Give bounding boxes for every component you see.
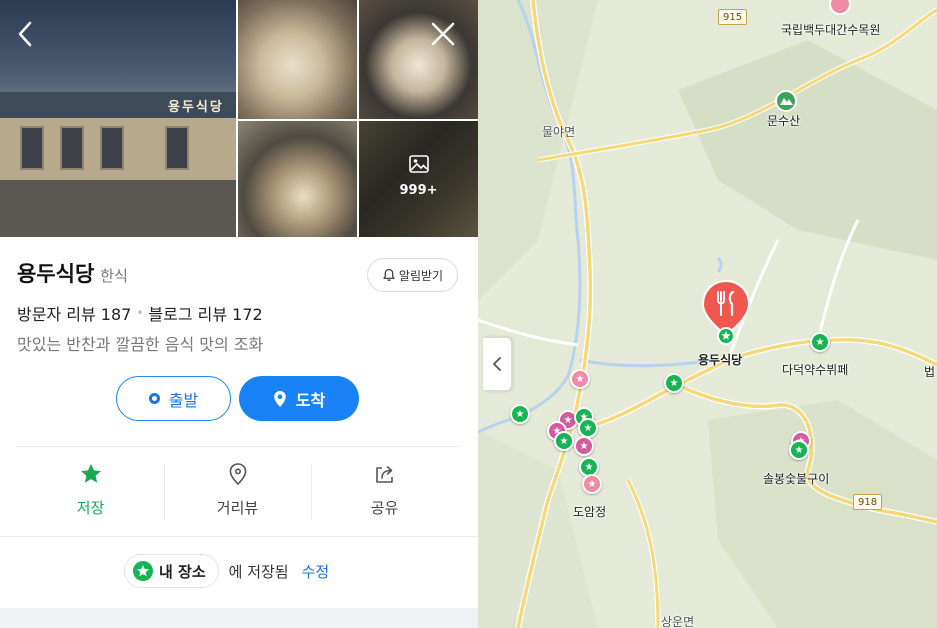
photo-thumb-stone-pot[interactable]: [359, 0, 478, 119]
arrive-label: 도착: [295, 390, 326, 410]
road-number-918: 918: [853, 494, 883, 510]
start-button[interactable]: 출발: [116, 376, 231, 421]
map-label-munsusan: 문수산: [767, 114, 801, 128]
stream: [716, 256, 723, 274]
photo-thumb-side-dishes[interactable]: [238, 121, 357, 237]
save-button[interactable]: 저장: [17, 458, 164, 524]
chevron-left-icon: [18, 21, 32, 47]
map-poi-pin[interactable]: ★: [789, 440, 809, 460]
share-icon: [372, 461, 398, 487]
chevron-left-icon: [493, 357, 501, 371]
section-gap: [0, 608, 478, 628]
map-poi-pin[interactable]: ★: [554, 431, 574, 451]
star-icon: ★: [584, 461, 594, 473]
blog-review-link[interactable]: 블로그 리뷰 172: [148, 301, 262, 325]
close-icon: [431, 22, 455, 46]
map-poi-pin[interactable]: ★: [510, 404, 530, 424]
bell-icon: [383, 268, 395, 281]
place-detail-panel: 용두식당 999+ 용두식당 한식 알림받기 방문자 리뷰 187 • 블로그 …: [0, 0, 478, 628]
map-label-arboretum: 국립백두대간수목원: [781, 23, 881, 37]
restaurant-marker-icon: [701, 279, 751, 345]
selected-place-marker[interactable]: [700, 279, 752, 345]
save-label: 저장: [76, 499, 105, 517]
visitor-review-link[interactable]: 방문자 리뷰 187: [17, 301, 131, 325]
place-name: 용두식당: [17, 262, 95, 286]
image-icon: [409, 155, 429, 173]
map-poi-pin[interactable]: ★: [578, 418, 598, 438]
separator-dot: •: [136, 306, 144, 320]
photo-gallery[interactable]: 용두식당 999+: [0, 0, 478, 237]
storefront-sign: 용두식당: [168, 100, 224, 115]
map-label-sangunmyeon: 상운면: [661, 615, 695, 628]
storefront-ground: [0, 180, 236, 237]
photo-thumb-more[interactable]: 999+: [359, 121, 478, 237]
my-place-label: 내 장소: [159, 562, 206, 581]
road-number-915: 915: [718, 9, 748, 25]
star-badge-icon: [133, 561, 153, 581]
divider: [0, 536, 478, 537]
streetview-button[interactable]: 거리뷰: [164, 458, 311, 524]
storefront-window: [20, 126, 44, 170]
star-icon: ★: [583, 422, 593, 434]
location-pin-icon: [273, 390, 286, 407]
share-button[interactable]: 공유: [311, 458, 458, 524]
road: [626, 479, 660, 628]
map-poi-pin[interactable]: ★: [810, 332, 830, 352]
road-number-label: 915: [723, 11, 743, 23]
close-button[interactable]: [426, 17, 460, 51]
photo-count: 999+: [399, 183, 438, 198]
map-label-doamjeong: 도암정: [573, 505, 607, 519]
start-label: 출발: [168, 390, 199, 410]
map-pin-outline-icon: [225, 461, 251, 487]
streetview-label: 거리뷰: [216, 499, 259, 517]
my-place-chip[interactable]: 내 장소: [124, 554, 219, 588]
storefront-window: [60, 126, 84, 170]
road-number-label: 918: [858, 496, 878, 508]
map-label-edge: 법: [924, 365, 936, 379]
arboretum-pin: [829, 0, 851, 15]
photo-thumb-fish[interactable]: [238, 0, 357, 119]
review-summary: 방문자 리뷰 187 • 블로그 리뷰 172: [17, 301, 263, 325]
back-button[interactable]: [8, 17, 42, 51]
map-poi-pin[interactable]: ★: [664, 373, 684, 393]
star-icon: ★: [815, 336, 825, 348]
map-label-solbong: 솔봉숯불구이: [763, 472, 830, 486]
star-icon: ★: [579, 440, 589, 452]
star-icon: ★: [575, 373, 585, 385]
map-poi-pin[interactable]: ★: [574, 436, 594, 456]
star-icon: ★: [515, 408, 525, 420]
title-row: 용두식당 한식: [17, 258, 128, 288]
share-label: 공유: [370, 499, 399, 517]
map-label-marker: 용두식당: [698, 353, 743, 367]
map-label-dadeok: 다덕약수뷔페: [782, 363, 849, 377]
notify-button[interactable]: 알림받기: [367, 258, 458, 292]
star-icon: [78, 461, 104, 487]
star-icon: ★: [669, 377, 679, 389]
notify-label: 알림받기: [398, 268, 444, 283]
terrain-shade: [678, 40, 937, 260]
map-poi-pin[interactable]: ★: [570, 369, 590, 389]
star-icon: ★: [559, 435, 569, 447]
storefront-window: [100, 126, 124, 170]
place-description: 맛있는 반찬과 깔끔한 음식 맛의 조화: [17, 335, 264, 354]
arrive-button[interactable]: 도착: [239, 376, 359, 421]
map-poi-pin[interactable]: ★: [582, 474, 602, 494]
star-icon: ★: [587, 478, 597, 490]
divider: [17, 446, 459, 447]
saved-text: 에 저장됨: [228, 562, 289, 581]
place-category: 한식: [100, 267, 128, 285]
origin-dot-icon: [148, 393, 160, 404]
collapse-panel-button[interactable]: [483, 337, 512, 391]
photo-overlay: [359, 121, 478, 237]
map-label-mulyameon: 물야면: [542, 125, 576, 139]
saved-status: 내 장소 에 저장됨 수정: [124, 554, 329, 588]
edit-link[interactable]: 수정: [302, 561, 330, 582]
storefront-window: [165, 126, 189, 170]
star-icon: ★: [794, 444, 804, 456]
